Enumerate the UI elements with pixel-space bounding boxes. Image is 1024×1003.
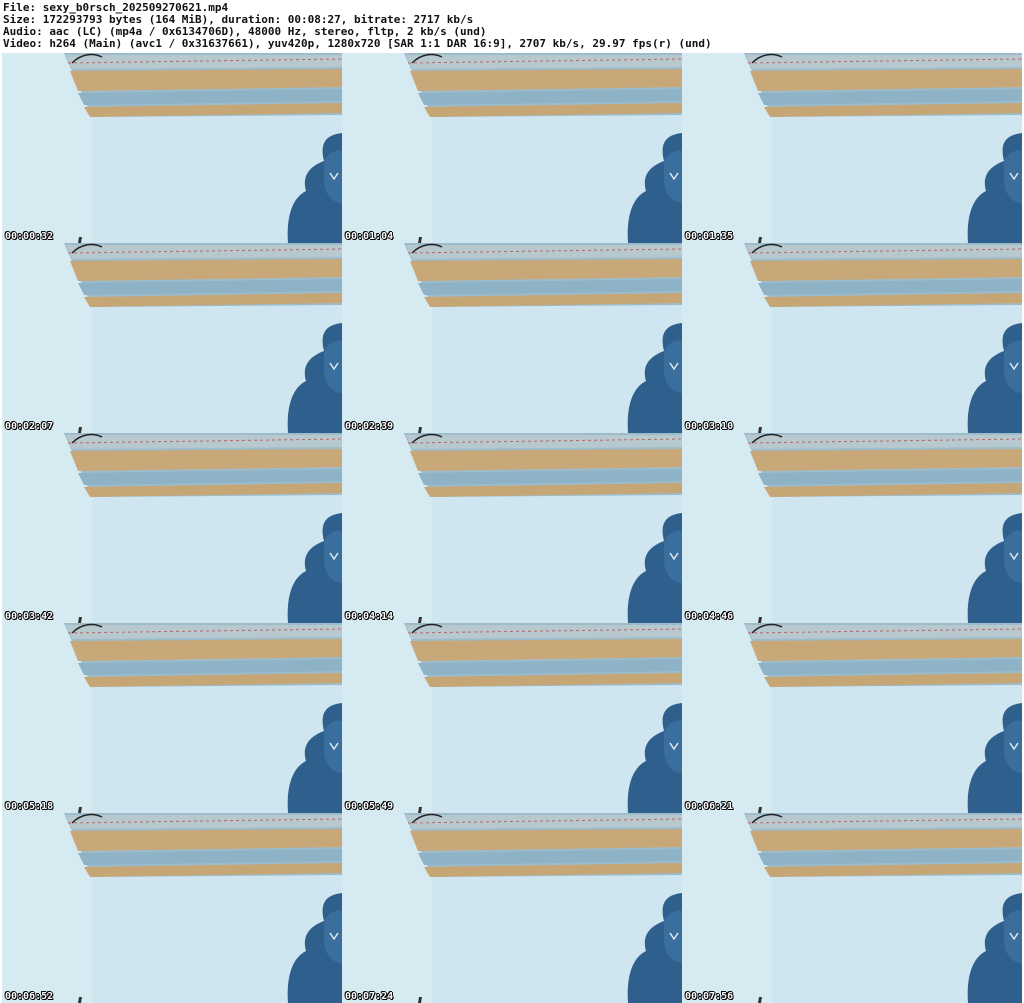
thumbnail-timestamp: 00:06:21	[685, 801, 734, 812]
video-frame-image	[682, 243, 1022, 433]
video-frame-image	[342, 243, 682, 433]
video-thumbnail-13: 00:06:52	[2, 813, 342, 1003]
thumbnail-timestamp: 00:03:42	[5, 611, 54, 622]
video-frame-image	[2, 243, 342, 433]
video-frame-image	[2, 623, 342, 813]
video-frame-image	[342, 53, 682, 243]
video-frame-image	[342, 623, 682, 813]
video-frame-image	[682, 53, 1022, 243]
thumbnail-timestamp: 00:05:18	[5, 801, 54, 812]
thumbnail-timestamp: 00:03:10	[685, 421, 734, 432]
thumbnail-timestamp: 00:01:04	[345, 231, 394, 242]
video-thumbnail-5: 00:02:39	[342, 243, 682, 433]
video-info-line: Video: h264 (Main) (avc1 / 0x31637661), …	[3, 37, 712, 50]
video-thumbnail-4: 00:02:07	[2, 243, 342, 433]
thumbnail-timestamp: 00:04:14	[345, 611, 394, 622]
thumbnail-timestamp: 00:02:39	[345, 421, 394, 432]
video-frame-image	[682, 433, 1022, 623]
video-thumbnail-11: 00:05:49	[342, 623, 682, 813]
video-frame-image	[682, 813, 1022, 1003]
video-thumbnail-15: 00:07:56	[682, 813, 1022, 1003]
thumbnail-grid: 00:00:32 00:01:04 00:01:35 00:02:07 00:0…	[2, 53, 1022, 1003]
video-frame-image	[342, 433, 682, 623]
thumbnail-timestamp: 00:04:46	[685, 611, 734, 622]
video-thumbnail-2: 00:01:04	[342, 53, 682, 243]
thumbnail-timestamp: 00:07:24	[345, 991, 394, 1002]
file-info-header: File: sexy_b0rsch_202509270621.mp4 Size:…	[3, 2, 1021, 50]
video-frame-image	[2, 53, 342, 243]
video-thumbnail-3: 00:01:35	[682, 53, 1022, 243]
video-thumbnail-12: 00:06:21	[682, 623, 1022, 813]
video-thumbnail-14: 00:07:24	[342, 813, 682, 1003]
video-thumbnail-9: 00:04:46	[682, 433, 1022, 623]
thumbnail-timestamp: 00:00:32	[5, 231, 54, 242]
video-thumbnail-1: 00:00:32	[2, 53, 342, 243]
video-frame-image	[2, 813, 342, 1003]
video-thumbnail-8: 00:04:14	[342, 433, 682, 623]
thumbnail-timestamp: 00:06:52	[5, 991, 54, 1002]
video-thumbnail-10: 00:05:18	[2, 623, 342, 813]
video-thumbnail-6: 00:03:10	[682, 243, 1022, 433]
video-frame-image	[342, 813, 682, 1003]
video-thumbnail-7: 00:03:42	[2, 433, 342, 623]
thumbnail-timestamp: 00:07:56	[685, 991, 734, 1002]
video-frame-image	[682, 623, 1022, 813]
thumbnail-timestamp: 00:01:35	[685, 231, 734, 242]
video-frame-image	[2, 433, 342, 623]
thumbnail-timestamp: 00:05:49	[345, 801, 394, 812]
thumbnail-timestamp: 00:02:07	[5, 421, 54, 432]
